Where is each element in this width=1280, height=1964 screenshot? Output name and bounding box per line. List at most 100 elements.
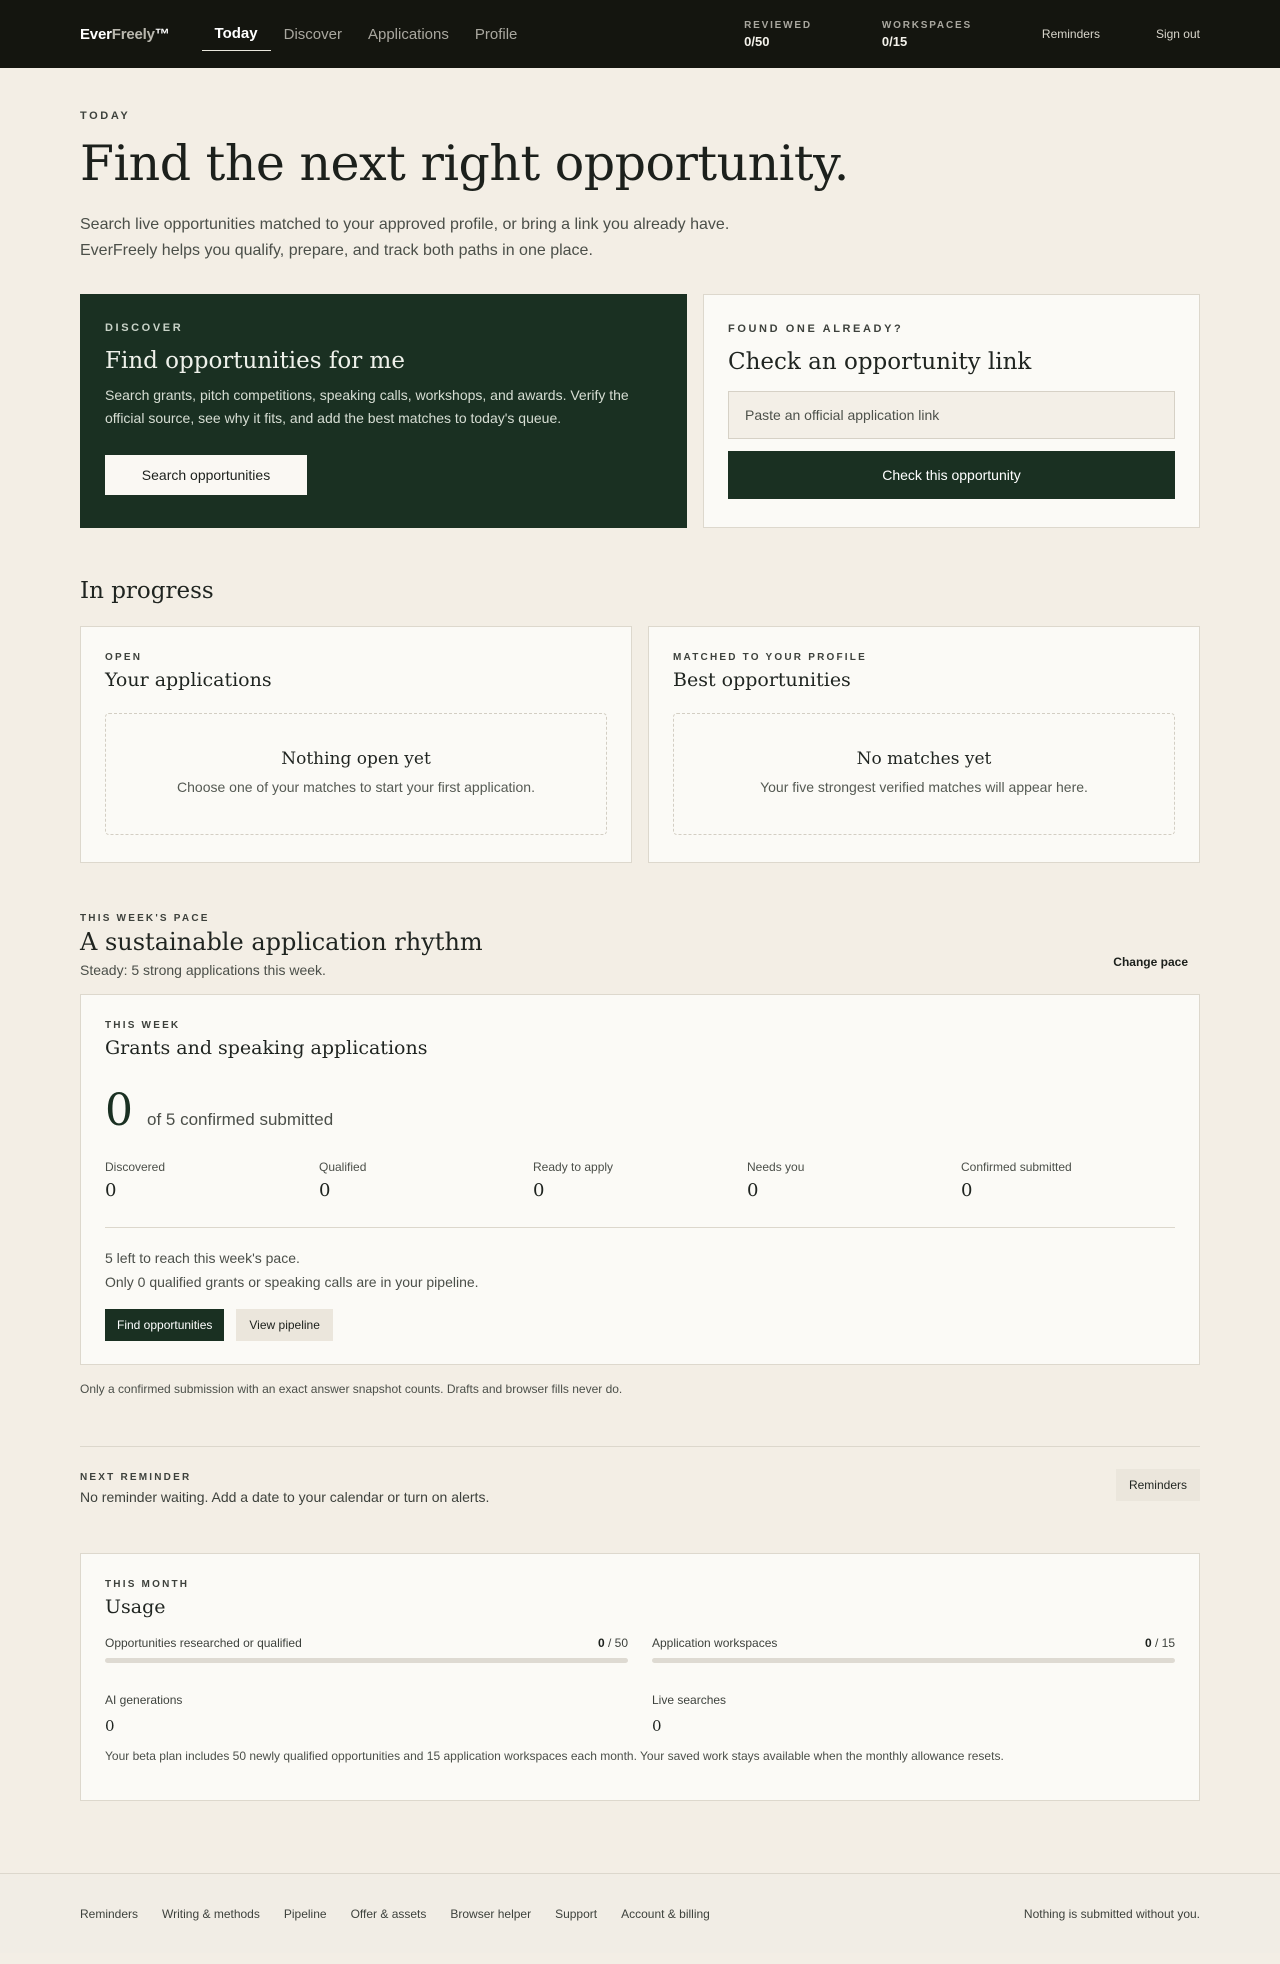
reminders-button[interactable]: Reminders [1115, 1469, 1200, 1502]
footer-link-support[interactable]: Support [555, 1907, 597, 1921]
hero: TODAY Find the next right opportunity. S… [80, 68, 1200, 264]
counter-label: Live searches [652, 1693, 727, 1708]
check-title: Check an opportunity link [728, 349, 1032, 376]
hero-line-2: EverFreely helps you qualify, prepare, a… [80, 242, 593, 260]
brand-logo[interactable]: EverFreely™ [80, 26, 170, 43]
pace-note-left: 5 left to reach this week's pace. [105, 1250, 300, 1267]
pace-eyebrow: THIS WEEK'S PACE [80, 913, 210, 925]
stage-qualified: Qualified 0 [319, 1160, 533, 1201]
nav-discover[interactable]: Discover [271, 17, 355, 51]
stat-workspaces-label: Workspaces [881, 19, 972, 31]
change-pace-button[interactable]: Change pace [1113, 955, 1188, 969]
matches-empty-desc: Your five strongest verified matches wil… [760, 779, 1088, 796]
sign-out-link[interactable]: Sign out [1156, 27, 1200, 41]
footer-link-offer[interactable]: Offer & assets [351, 1907, 427, 1921]
stage-value: 0 [105, 1180, 117, 1202]
usage-note: Your beta plan includes 50 newly qualifi… [105, 1749, 1004, 1764]
matches-eyebrow: MATCHED TO YOUR PROFILE [673, 652, 867, 664]
hero-description: Search live opportunities matched to you… [80, 212, 1200, 264]
usage-title: Usage [105, 1596, 166, 1619]
week-title: Grants and speaking applications [105, 1037, 428, 1060]
submitted-count: 0 of 5 confirmed submitted [105, 1085, 1175, 1136]
stage-value: 0 [533, 1180, 545, 1202]
in-progress-heading: In progress [80, 578, 214, 605]
footer-link-browser-helper[interactable]: Browser helper [450, 1907, 531, 1921]
hero-line-1: Search live opportunities matched to you… [80, 216, 730, 234]
pace-subtitle: Steady: 5 strong applications this week. [80, 962, 326, 979]
pace-title: A sustainable application rhythm [80, 928, 483, 957]
brand-soft: Freely [111, 25, 155, 43]
counter-label: AI generations [105, 1693, 183, 1708]
pace-notes: 5 left to reach this week's pace. Only 0… [105, 1246, 1175, 1294]
application-link-input[interactable]: Paste an official application link [728, 391, 1175, 440]
nav-reminders-link[interactable]: Reminders [1042, 27, 1100, 41]
find-opportunities-button[interactable]: Find opportunities [105, 1309, 225, 1342]
footer: Reminders Writing & methods Pipeline Off… [0, 1873, 1280, 1954]
matches-card: MATCHED TO YOUR PROFILE Best opportuniti… [648, 626, 1200, 864]
submitted-count-label: of 5 confirmed submitted [147, 1110, 334, 1130]
check-link-card: FOUND ONE ALREADY? Check an opportunity … [703, 294, 1200, 529]
discover-body: Search grants, pitch competitions, speak… [105, 387, 629, 427]
stage-label: Discovered [105, 1160, 166, 1175]
matches-title: Best opportunities [673, 669, 851, 692]
meter-total: / 15 [1154, 1636, 1175, 1651]
footer-link-account[interactable]: Account & billing [621, 1907, 710, 1921]
stat-workspaces-value: 0/15 [881, 33, 908, 49]
search-opportunities-button[interactable]: Search opportunities [105, 455, 307, 496]
view-pipeline-button[interactable]: View pipeline [236, 1309, 333, 1342]
page-title: Find the next right opportunity. [80, 135, 849, 192]
pipeline-stages: Discovered 0 Qualified 0 Ready to apply … [105, 1160, 1175, 1201]
top-nav: EverFreely™ Today Discover Applications … [0, 0, 1280, 68]
stat-reviewed-value: 0/50 [744, 33, 770, 49]
action-cards: DISCOVER Find opportunities for me Searc… [80, 294, 1200, 529]
counter-value: 0 [105, 1717, 115, 1736]
discover-card: DISCOVER Find opportunities for me Searc… [80, 294, 687, 529]
nav-today[interactable]: Today [201, 17, 271, 51]
check-opportunity-button[interactable]: Check this opportunity [728, 451, 1175, 500]
brand-main: Ever [80, 25, 112, 43]
footer-link-pipeline[interactable]: Pipeline [284, 1907, 327, 1921]
meter-value: 0 / 50 [598, 1636, 628, 1650]
meter-workspaces: Application workspaces 0 / 15 [652, 1636, 1175, 1664]
in-progress-cards: OPEN Your applications Nothing open yet … [80, 626, 1200, 864]
counter-value: 0 [652, 1717, 662, 1736]
matches-empty-state: No matches yet Your five strongest verif… [673, 713, 1175, 836]
stage-label: Confirmed submitted [961, 1160, 1072, 1175]
applications-title: Your applications [105, 669, 272, 692]
meter-total: / 50 [607, 1636, 628, 1651]
stage-ready: Ready to apply 0 [533, 1160, 747, 1201]
stage-label: Qualified [319, 1160, 367, 1175]
applications-empty-state: Nothing open yet Choose one of your matc… [105, 713, 607, 836]
stat-reviewed-label: Reviewed [744, 19, 812, 31]
nav-profile[interactable]: Profile [462, 17, 531, 51]
progress-bar [105, 1658, 628, 1664]
stage-value: 0 [961, 1180, 973, 1202]
nav-applications[interactable]: Applications [355, 17, 462, 51]
divider [105, 1227, 1175, 1229]
pace-actions: Find opportunities View pipeline [105, 1309, 1175, 1342]
footer-links: Reminders Writing & methods Pipeline Off… [80, 1907, 710, 1921]
stage-label: Ready to apply [533, 1160, 614, 1175]
meter-used: 0 [1144, 1636, 1152, 1651]
pace-footnote: Only a confirmed submission with an exac… [80, 1382, 623, 1397]
usage-grid: Opportunities researched or qualified 0 … [105, 1636, 1175, 1735]
meter-header: Application workspaces 0 / 15 [652, 1636, 1175, 1650]
usage-eyebrow: THIS MONTH [105, 1579, 190, 1591]
nav-right: Reviewed 0/50 Workspaces 0/15 Reminders … [744, 20, 1200, 49]
meter-used: 0 [597, 1636, 605, 1651]
discover-eyebrow: DISCOVER [105, 322, 184, 335]
footer-link-reminders[interactable]: Reminders [80, 1907, 138, 1921]
footer-link-writing[interactable]: Writing & methods [162, 1907, 260, 1921]
pace-header: THIS WEEK'S PACE A sustainable applicati… [80, 913, 1200, 978]
stage-discovered: Discovered 0 [105, 1160, 319, 1201]
stage-needs-you: Needs you 0 [747, 1160, 961, 1201]
stage-value: 0 [747, 1180, 759, 1202]
stage-label: Needs you [747, 1160, 805, 1175]
stage-confirmed: Confirmed submitted 0 [961, 1160, 1175, 1201]
brand-mark: ™ [154, 25, 170, 43]
progress-bar [652, 1658, 1175, 1664]
meter-label: Application workspaces [652, 1636, 778, 1651]
reminder-text-block: NEXT REMINDER No reminder waiting. Add a… [80, 1472, 489, 1505]
week-eyebrow: THIS WEEK [105, 1020, 181, 1032]
hero-eyebrow: TODAY [80, 110, 131, 122]
